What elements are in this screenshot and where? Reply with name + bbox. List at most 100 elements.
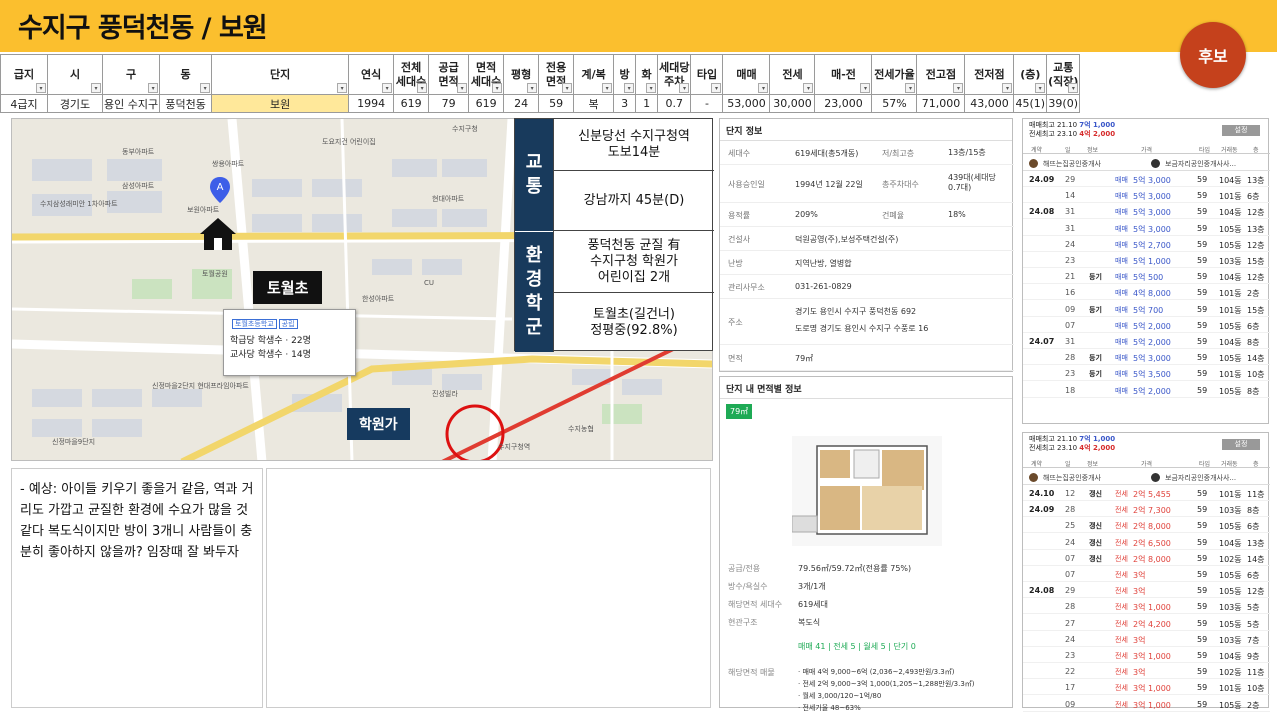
- trade-row[interactable]: 24.07 31 매매 5억 2,000 59 104동 8층: [1023, 334, 1270, 349]
- trade-row[interactable]: 14 매매 5억 3,000 59 101동 6층: [1023, 188, 1270, 204]
- memo-note[interactable]: - 예상: 아이들 키우기 좋을거 같음, 역과 거리도 가깝고 균질한 환경에…: [11, 468, 263, 708]
- trade-row[interactable]: 24 갱신 전세 2억 6,500 59 104동 13층: [1023, 535, 1270, 550]
- trade-column-header[interactable]: 거래동: [1221, 145, 1238, 154]
- table-header-cell[interactable]: 세대당 주차 ▾: [657, 54, 692, 95]
- trade-row[interactable]: 24.08 29 전세 3억 59 105동 12층: [1023, 583, 1270, 599]
- filter-dropdown-icon[interactable]: ▾: [36, 83, 46, 93]
- table-header-cell[interactable]: 매매 ▾: [722, 54, 771, 95]
- table-header-cell[interactable]: 전체 세대수 ▾: [393, 54, 430, 95]
- table-header-cell[interactable]: 교통 (직장) ▾: [1046, 54, 1081, 95]
- trade-column-header[interactable]: 계약: [1031, 145, 1042, 154]
- filter-dropdown-icon[interactable]: ▾: [200, 83, 211, 93]
- table-header-cell[interactable]: 방 ▾: [613, 54, 637, 95]
- agent-name[interactable]: 보금자리공인중개사사...: [1165, 473, 1236, 483]
- table-header-cell[interactable]: 공급 면적 ▾: [428, 54, 470, 95]
- filter-dropdown-icon[interactable]: ▾: [337, 83, 348, 93]
- table-header-cell[interactable]: 전고점 ▾: [916, 54, 966, 95]
- table-header-cell[interactable]: 단지 ▾: [211, 54, 350, 95]
- trade-row[interactable]: 31 매매 5억 3,000 59 105동 13층: [1023, 221, 1270, 236]
- table-header-cell[interactable]: 계/복 ▾: [573, 54, 615, 95]
- trade-row[interactable]: 24 전세 3억 59 103동 7층: [1023, 632, 1270, 647]
- trade-column-header[interactable]: 일: [1065, 145, 1071, 154]
- trade-row[interactable]: 07 갱신 전세 2억 8,000 59 102동 14층: [1023, 551, 1270, 566]
- agent-name[interactable]: 보금자리공인중개사사...: [1165, 159, 1236, 169]
- trade-row[interactable]: 07 매매 5억 2,000 59 105동 6층: [1023, 318, 1270, 333]
- trade-column-header[interactable]: 정보: [1087, 145, 1098, 154]
- trade-column-header[interactable]: 층: [1253, 459, 1259, 468]
- trade-row[interactable]: 24.09 28 전세 2억 7,300 59 103동 8층: [1023, 502, 1270, 518]
- filter-dropdown-icon[interactable]: ▾: [860, 83, 871, 93]
- trade-row[interactable]: 28 전세 3억 1,000 59 103동 5층: [1023, 599, 1270, 615]
- trade-row[interactable]: 27 전세 2억 4,200 59 105동 5층: [1023, 616, 1270, 631]
- table-header-cell[interactable]: 매-전 ▾: [814, 54, 873, 95]
- table-header-cell[interactable]: 급지 ▾: [0, 54, 48, 95]
- filter-dropdown-icon[interactable]: ▾: [562, 83, 573, 93]
- filter-dropdown-icon[interactable]: ▾: [148, 83, 159, 93]
- trade-column-header[interactable]: 계약: [1031, 459, 1042, 468]
- area-pill[interactable]: 79㎡: [726, 404, 753, 419]
- trade-column-header[interactable]: 타입: [1199, 459, 1210, 468]
- table-header-cell[interactable]: 전용 면적 ▾: [538, 54, 575, 95]
- trade-row[interactable]: 23 등기 매매 5억 3,500 59 101동 10층: [1023, 366, 1270, 382]
- trade-column-header[interactable]: 가격: [1141, 459, 1152, 468]
- agent-name[interactable]: 해뜨는집공인중개사: [1043, 473, 1101, 483]
- table-header-cell[interactable]: 구 ▾: [101, 54, 161, 95]
- filter-dropdown-icon[interactable]: ▾: [1002, 83, 1013, 93]
- filter-dropdown-icon[interactable]: ▾: [803, 83, 814, 93]
- settings-button[interactable]: 설정: [1222, 439, 1260, 450]
- trade-column-header[interactable]: 층: [1253, 145, 1259, 154]
- filter-dropdown-icon[interactable]: ▾: [1035, 83, 1046, 93]
- trade-row[interactable]: 24.08 31 매매 5억 3,000 59 104동 12층: [1023, 204, 1270, 220]
- filter-dropdown-icon[interactable]: ▾: [1068, 83, 1079, 93]
- table-header-cell[interactable]: (층) ▾: [1013, 54, 1048, 95]
- filter-dropdown-icon[interactable]: ▾: [527, 83, 538, 93]
- table-header-cell[interactable]: 평형 ▾: [503, 54, 540, 95]
- table-header-cell[interactable]: 전세 ▾: [769, 54, 816, 95]
- trade-row[interactable]: 21 등기 매매 5억 500 59 104동 12층: [1023, 269, 1270, 285]
- trade-row[interactable]: 17 전세 3억 1,000 59 101동 10층: [1023, 680, 1270, 696]
- filter-dropdown-icon[interactable]: ▾: [711, 83, 722, 93]
- trade-row[interactable]: 07 전세 3억 59 105동 6층: [1023, 567, 1270, 582]
- trade-row[interactable]: 16 매매 4억 8,000 59 101동 2층: [1023, 285, 1270, 301]
- trade-row[interactable]: 22 전세 3억 59 102동 11층: [1023, 664, 1270, 680]
- table-cell: 보원: [211, 94, 350, 113]
- trade-row[interactable]: 18 매매 5억 2,000 59 105동 8층: [1023, 383, 1270, 398]
- filter-dropdown-icon[interactable]: ▾: [624, 83, 635, 93]
- trade-row[interactable]: 28 등기 매매 5억 3,000 59 105동 14층: [1023, 350, 1270, 366]
- filter-dropdown-icon[interactable]: ▾: [91, 83, 101, 93]
- settings-button[interactable]: 설정: [1222, 125, 1260, 136]
- filter-dropdown-icon[interactable]: ▾: [602, 83, 613, 93]
- trade-column-header[interactable]: 거래동: [1221, 459, 1238, 468]
- agent-name[interactable]: 해뜨는집공인중개사: [1043, 159, 1101, 169]
- trade-row[interactable]: 23 전세 3억 1,000 59 104동 9층: [1023, 648, 1270, 663]
- table-header-cell[interactable]: 화 ▾: [635, 54, 659, 95]
- trade-row[interactable]: 24 매매 5억 2,700 59 105동 12층: [1023, 237, 1270, 252]
- table-header-cell[interactable]: 연식 ▾: [348, 54, 395, 95]
- table-header-cell[interactable]: 동 ▾: [159, 54, 213, 95]
- table-header-cell[interactable]: 전저점 ▾: [964, 54, 1015, 95]
- filter-dropdown-icon[interactable]: ▾: [382, 83, 393, 93]
- trade-row[interactable]: 25 갱신 전세 2억 8,000 59 105동 6층: [1023, 518, 1270, 534]
- table-header-cell[interactable]: 면적 세대수 ▾: [468, 54, 505, 95]
- agent-avatar-icon: [1029, 159, 1038, 168]
- filter-dropdown-icon[interactable]: ▾: [457, 83, 468, 93]
- filter-dropdown-icon[interactable]: ▾: [492, 83, 503, 93]
- table-header-cell[interactable]: 전세가율 ▾: [871, 54, 918, 95]
- trade-row[interactable]: 09 전세 3억 1,000 59 105동 2층: [1023, 697, 1270, 712]
- filter-dropdown-icon[interactable]: ▾: [646, 83, 657, 93]
- table-header-cell[interactable]: 타입 ▾: [690, 54, 724, 95]
- filter-dropdown-icon[interactable]: ▾: [417, 83, 428, 93]
- trade-column-header[interactable]: 일: [1065, 459, 1071, 468]
- trade-row[interactable]: 24.09 29 매매 5억 3,000 59 104동 13층: [1023, 172, 1270, 187]
- trade-column-header[interactable]: 정보: [1087, 459, 1098, 468]
- trade-column-header[interactable]: 가격: [1141, 145, 1152, 154]
- trade-row[interactable]: 23 매매 5억 1,000 59 103동 15층: [1023, 253, 1270, 268]
- filter-dropdown-icon[interactable]: ▾: [679, 83, 690, 93]
- trade-row[interactable]: 24.10 12 갱신 전세 2억 5,455 59 101동 11층: [1023, 486, 1270, 501]
- table-header-cell[interactable]: 시 ▾: [47, 54, 103, 95]
- filter-dropdown-icon[interactable]: ▾: [758, 83, 769, 93]
- filter-dropdown-icon[interactable]: ▾: [953, 83, 964, 93]
- filter-dropdown-icon[interactable]: ▾: [905, 83, 916, 93]
- trade-column-header[interactable]: 타입: [1199, 145, 1210, 154]
- trade-row[interactable]: 09 등기 매매 5억 700 59 101동 15층: [1023, 302, 1270, 317]
